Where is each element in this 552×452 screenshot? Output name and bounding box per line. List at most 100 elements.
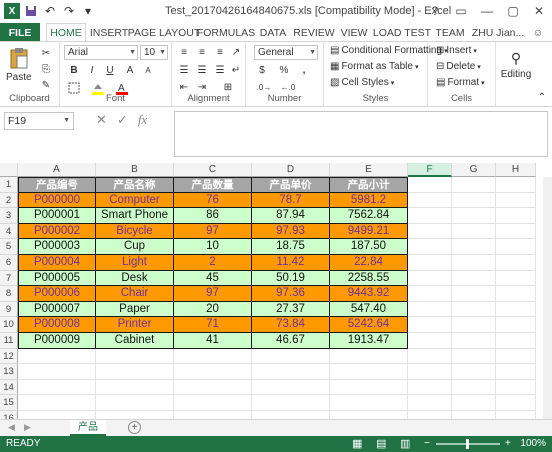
grid-cell[interactable]: [408, 192, 452, 209]
align-center-icon[interactable]: ☰: [194, 63, 210, 78]
table-cell[interactable]: Computer: [96, 192, 174, 209]
table-header-cell[interactable]: 产品编号: [18, 177, 96, 193]
insert-function-icon[interactable]: fx: [138, 112, 147, 128]
grid-cell[interactable]: [496, 255, 536, 271]
spreadsheet-grid[interactable]: A B C D E F G H 1 2 3 4 5 6 7 8 9 10 11 12 13 14 15 16 产品编号 产品名称产…: [0, 163, 552, 419]
row-header-8[interactable]: 8: [0, 286, 18, 302]
align-bottom-icon[interactable]: ≡: [212, 45, 228, 60]
select-all-corner[interactable]: [0, 163, 18, 177]
table-cell[interactable]: 1913.47: [330, 333, 408, 349]
tab-data[interactable]: DATA: [257, 23, 289, 42]
grid-cell[interactable]: [496, 301, 536, 318]
grid-cell[interactable]: [452, 239, 496, 255]
grid-cell[interactable]: [496, 348, 536, 365]
table-cell[interactable]: Printer: [96, 317, 174, 333]
grid-cell[interactable]: [408, 379, 452, 396]
table-cell[interactable]: 73.84: [252, 317, 330, 333]
table-cell[interactable]: Desk: [96, 270, 174, 287]
table-cell[interactable]: 18.75: [252, 239, 330, 255]
tab-review[interactable]: REVIEW: [293, 23, 335, 42]
grid-cell[interactable]: [18, 379, 96, 396]
table-cell[interactable]: 97: [174, 223, 252, 240]
table-cell[interactable]: 187.50: [330, 239, 408, 255]
table-cell[interactable]: Cabinet: [96, 333, 174, 349]
zoom-in-icon[interactable]: +: [505, 438, 511, 449]
tab-load-test[interactable]: LOAD TEST: [373, 23, 431, 42]
table-cell[interactable]: 2258.55: [330, 270, 408, 287]
close-button[interactable]: ✕: [526, 0, 552, 22]
grid-cell[interactable]: [496, 317, 536, 333]
table-cell[interactable]: 86: [174, 208, 252, 224]
align-middle-icon[interactable]: ≡: [194, 45, 210, 60]
grid-cell[interactable]: [496, 379, 536, 396]
table-cell[interactable]: P000004: [18, 255, 96, 271]
collapse-ribbon-icon[interactable]: ⌃: [534, 90, 550, 105]
row-header-16[interactable]: 16: [0, 411, 18, 419]
grid-cell[interactable]: [330, 364, 408, 380]
tab-file[interactable]: FILE: [0, 23, 40, 42]
table-cell[interactable]: 20: [174, 301, 252, 318]
table-cell[interactable]: Smart Phone: [96, 208, 174, 224]
grid-cell[interactable]: [408, 208, 452, 224]
row-header-14[interactable]: 14: [0, 379, 18, 396]
grid-cell[interactable]: [18, 364, 96, 380]
grid-cell[interactable]: [452, 270, 496, 287]
redo-icon[interactable]: ↷: [61, 3, 77, 19]
grid-cell[interactable]: [252, 364, 330, 380]
grid-cell[interactable]: [408, 411, 452, 419]
delete-cells-button[interactable]: ⊟ Delete ▾: [436, 61, 481, 72]
grid-cell[interactable]: [496, 286, 536, 302]
grid-cell[interactable]: [330, 395, 408, 411]
column-header-e[interactable]: E: [330, 163, 408, 177]
orientation-icon[interactable]: ↗: [228, 45, 244, 60]
grid-cell[interactable]: [452, 255, 496, 271]
tab-home[interactable]: HOME: [46, 23, 86, 42]
table-cell[interactable]: 7562.84: [330, 208, 408, 224]
font-shrink-button[interactable]: A: [140, 63, 156, 78]
sheet-tab-products[interactable]: 产品: [70, 420, 106, 436]
grid-cell[interactable]: [408, 177, 452, 193]
grid-cell[interactable]: [496, 177, 536, 193]
customize-qat-icon[interactable]: ▾: [80, 3, 96, 19]
table-cell[interactable]: 97.93: [252, 223, 330, 240]
table-cell[interactable]: 2: [174, 255, 252, 271]
table-cell[interactable]: 9499.21: [330, 223, 408, 240]
table-cell[interactable]: 78.7: [252, 192, 330, 209]
bold-button[interactable]: B: [66, 63, 82, 78]
grid-cell[interactable]: [96, 379, 174, 396]
next-sheet-icon[interactable]: ▶: [24, 422, 31, 433]
grid-cell[interactable]: [18, 411, 96, 419]
editing-group[interactable]: ⚲ Editing: [496, 42, 536, 106]
grid-cell[interactable]: [96, 411, 174, 419]
row-header-6[interactable]: 6: [0, 255, 18, 271]
table-cell[interactable]: P000000: [18, 192, 96, 209]
grid-cell[interactable]: [174, 379, 252, 396]
grid-cell[interactable]: [452, 317, 496, 333]
table-cell[interactable]: 11.42: [252, 255, 330, 271]
grid-cell[interactable]: [452, 177, 496, 193]
table-cell[interactable]: P000008: [18, 317, 96, 333]
cut-icon[interactable]: ✂: [38, 46, 54, 61]
enter-icon[interactable]: ✓: [117, 112, 128, 128]
grid-cell[interactable]: [496, 223, 536, 240]
row-header-15[interactable]: 15: [0, 395, 18, 411]
format-cells-button[interactable]: ▤ Format ▾: [436, 77, 485, 88]
add-sheet-icon[interactable]: +: [128, 421, 141, 434]
row-header-9[interactable]: 9: [0, 301, 18, 318]
tab-team[interactable]: TEAM: [434, 23, 466, 42]
row-header-3[interactable]: 3: [0, 208, 18, 224]
column-header-a[interactable]: A: [18, 163, 96, 177]
tab-formulas[interactable]: FORMULAS: [197, 23, 255, 42]
table-cell[interactable]: P000009: [18, 333, 96, 349]
table-cell[interactable]: Light: [96, 255, 174, 271]
grid-cell[interactable]: [408, 395, 452, 411]
grid-cell[interactable]: [452, 411, 496, 419]
table-cell[interactable]: Paper: [96, 301, 174, 318]
column-header-c[interactable]: C: [174, 163, 252, 177]
grid-cell[interactable]: [452, 395, 496, 411]
table-cell[interactable]: 547.40: [330, 301, 408, 318]
table-cell[interactable]: P000005: [18, 270, 96, 287]
column-header-b[interactable]: B: [96, 163, 174, 177]
save-icon[interactable]: [23, 3, 39, 19]
grid-cell[interactable]: [174, 364, 252, 380]
